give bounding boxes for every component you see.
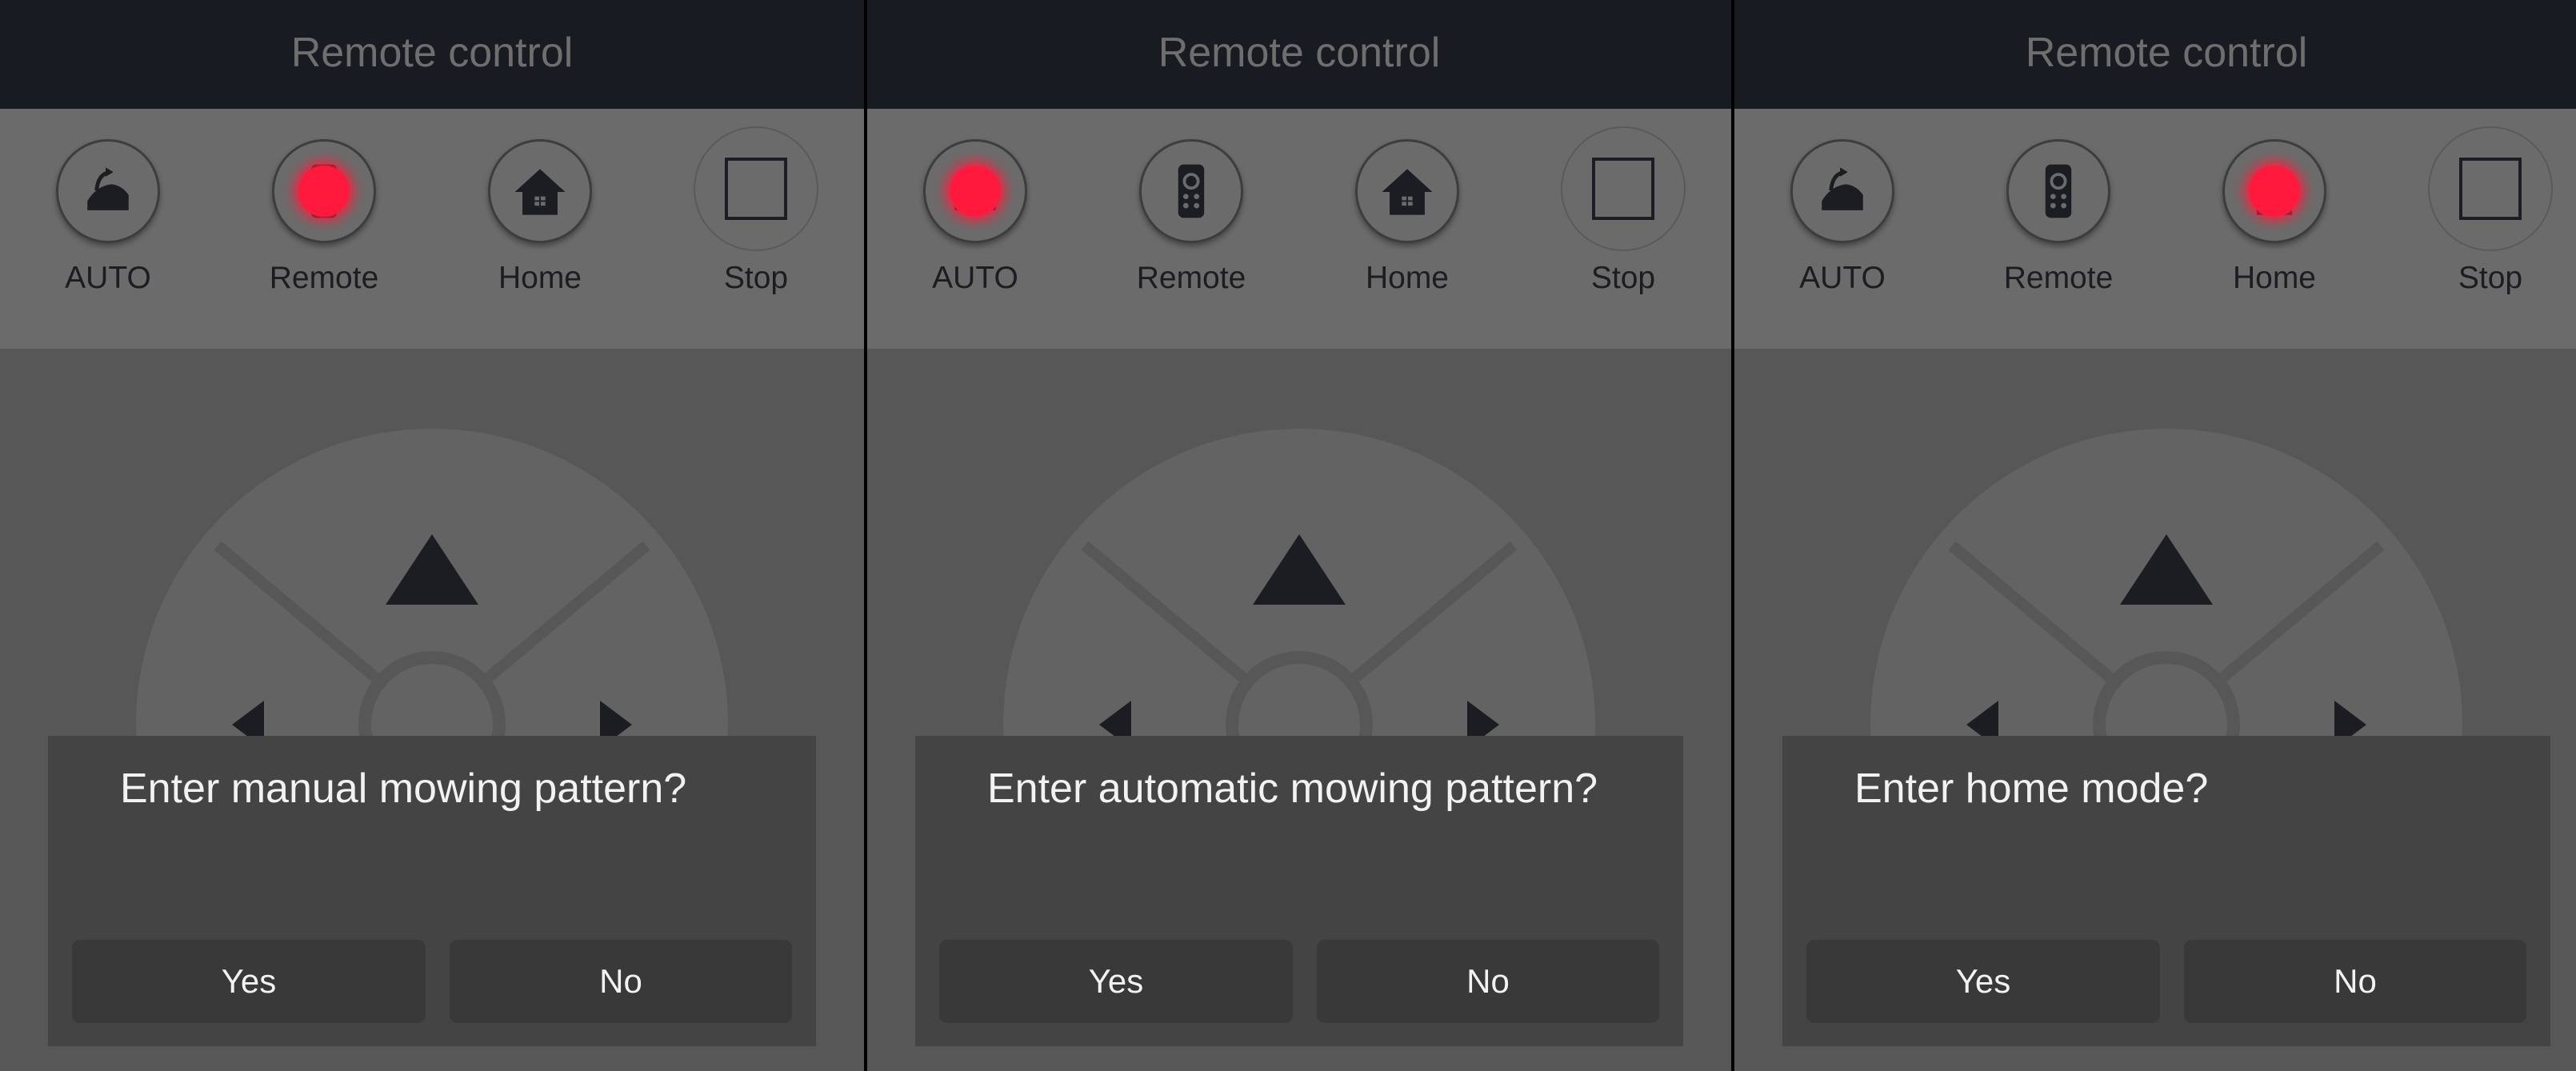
no-button[interactable]: No [450,940,792,1023]
top-bar: Remote control [1734,0,2576,109]
mode-bar: AUTO Remote Home Stop [1734,109,2576,349]
mode-bar: AUTO Remote Home Stop [0,109,864,349]
active-indicator [298,166,350,217]
mode-remote-label: Remote [2003,261,2114,295]
top-bar: Remote control [867,0,1731,109]
mode-remote-label: Remote [1136,261,1246,295]
dialog-message: Enter automatic mowing pattern? [987,765,1598,812]
phone-screen: Remote control AUTO Remote Home Stop Ent… [0,0,864,1071]
mode-auto-circle[interactable] [923,139,1027,243]
yes-button[interactable]: Yes [1806,940,2160,1023]
yes-button[interactable]: Yes [939,940,1293,1023]
mode-home-button[interactable]: Home [460,139,620,331]
mode-auto-label: AUTO [1799,261,1886,295]
stop-icon [1592,158,1654,220]
home-icon [514,169,566,215]
phone-screen: Remote control AUTO Remote Home Stop Ent… [1734,0,2576,1071]
dialog-message: Enter home mode? [1854,765,2209,812]
mode-remote-label: Remote [269,261,379,295]
active-indicator [2249,166,2300,217]
mode-home-circle[interactable] [1355,139,1459,243]
mode-auto-button[interactable]: AUTO [1762,139,1922,331]
mode-auto-label: AUTO [65,261,151,295]
mode-stop-label: Stop [2458,261,2523,295]
mode-home-circle[interactable] [2222,139,2326,243]
mode-home-label: Home [498,261,582,295]
mode-remote-button[interactable]: Remote [1978,139,2138,331]
mode-remote-button[interactable]: Remote [1111,139,1271,331]
mower-icon [87,167,129,210]
mode-remote-circle[interactable] [1139,139,1243,243]
page-title: Remote control [290,30,574,76]
dialog-message: Enter manual mowing pattern? [120,765,687,812]
yes-button[interactable]: Yes [72,940,426,1023]
no-button[interactable]: No [1317,940,1659,1023]
mode-auto-circle[interactable] [56,139,160,243]
panel-divider [864,0,867,1071]
mode-home-label: Home [1365,261,1450,295]
mode-auto-label: AUTO [932,261,1018,295]
confirm-dialog: Enter home mode? Yes No [1782,736,2550,1046]
active-indicator [950,166,1001,217]
page-title: Remote control [2025,30,2308,76]
mode-stop-circle[interactable] [694,126,818,251]
mode-stop-button[interactable]: Stop [1543,126,1703,331]
phone-screen: Remote control AUTO Remote Home Stop Ent… [867,0,1731,1071]
no-button[interactable]: No [2184,940,2526,1023]
mode-home-label: Home [2232,261,2317,295]
confirm-dialog: Enter manual mowing pattern? Yes No [48,736,816,1046]
page-title: Remote control [1158,30,1441,76]
mode-bar: AUTO Remote Home Stop [867,109,1731,349]
panel-divider [1731,0,1734,1071]
mode-remote-circle[interactable] [2006,139,2110,243]
mode-auto-circle[interactable] [1790,139,1894,243]
mode-home-circle[interactable] [488,139,592,243]
mode-stop-label: Stop [1590,261,1656,295]
mode-stop-button[interactable]: Stop [676,126,836,331]
mode-stop-circle[interactable] [1561,126,1686,251]
mode-home-button[interactable]: Home [1327,139,1487,331]
confirm-dialog: Enter automatic mowing pattern? Yes No [915,736,1683,1046]
mode-stop-circle[interactable] [2428,126,2553,251]
stop-icon [2459,158,2522,220]
home-icon [1382,169,1433,215]
mower-icon [1822,167,1863,210]
mode-stop-button[interactable]: Stop [2410,126,2570,331]
mode-stop-label: Stop [723,261,789,295]
mode-auto-button[interactable]: AUTO [28,139,188,331]
stop-icon [725,158,787,220]
remote-icon [2045,164,2072,218]
mode-auto-button[interactable]: AUTO [895,139,1055,331]
mode-remote-button[interactable]: Remote [244,139,404,331]
remote-icon [1178,164,1205,218]
mode-home-button[interactable]: Home [2194,139,2354,331]
mode-remote-circle[interactable] [272,139,376,243]
top-bar: Remote control [0,0,864,109]
